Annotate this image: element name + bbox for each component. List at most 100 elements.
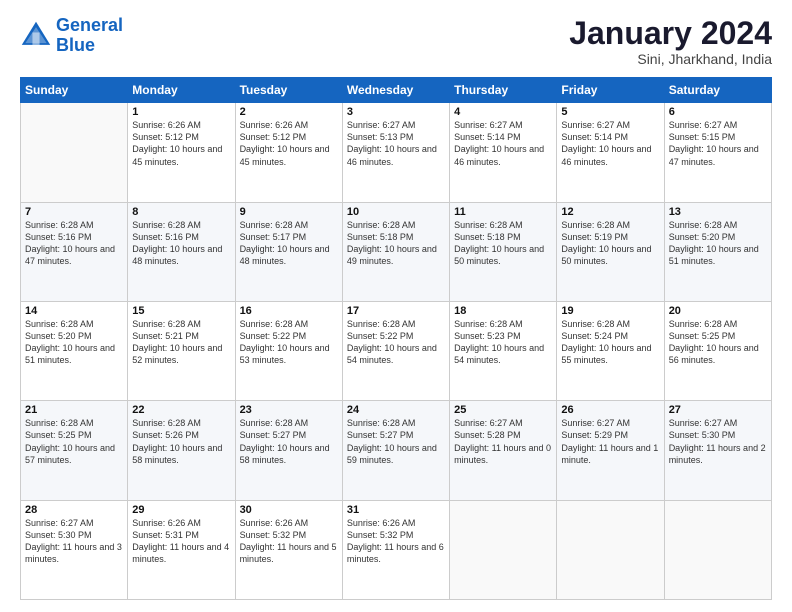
calendar-cell: 27Sunrise: 6:27 AM Sunset: 5:30 PM Dayli… — [664, 401, 771, 500]
day-number: 28 — [25, 504, 123, 516]
day-number: 23 — [240, 404, 338, 416]
calendar-cell: 14Sunrise: 6:28 AM Sunset: 5:20 PM Dayli… — [21, 301, 128, 400]
calendar-cell: 25Sunrise: 6:27 AM Sunset: 5:28 PM Dayli… — [450, 401, 557, 500]
calendar-cell: 7Sunrise: 6:28 AM Sunset: 5:16 PM Daylig… — [21, 202, 128, 301]
weekday-thursday: Thursday — [450, 78, 557, 103]
calendar-cell: 18Sunrise: 6:28 AM Sunset: 5:23 PM Dayli… — [450, 301, 557, 400]
day-info: Sunrise: 6:26 AM Sunset: 5:31 PM Dayligh… — [132, 517, 230, 566]
day-info: Sunrise: 6:26 AM Sunset: 5:12 PM Dayligh… — [240, 119, 338, 168]
calendar-cell — [664, 500, 771, 599]
day-number: 22 — [132, 404, 230, 416]
day-info: Sunrise: 6:27 AM Sunset: 5:30 PM Dayligh… — [669, 417, 767, 466]
day-info: Sunrise: 6:28 AM Sunset: 5:27 PM Dayligh… — [240, 417, 338, 466]
day-number: 29 — [132, 504, 230, 516]
day-info: Sunrise: 6:28 AM Sunset: 5:17 PM Dayligh… — [240, 219, 338, 268]
day-info: Sunrise: 6:27 AM Sunset: 5:13 PM Dayligh… — [347, 119, 445, 168]
calendar-cell: 20Sunrise: 6:28 AM Sunset: 5:25 PM Dayli… — [664, 301, 771, 400]
day-info: Sunrise: 6:28 AM Sunset: 5:16 PM Dayligh… — [132, 219, 230, 268]
day-info: Sunrise: 6:28 AM Sunset: 5:20 PM Dayligh… — [669, 219, 767, 268]
day-number: 11 — [454, 206, 552, 218]
calendar-cell: 26Sunrise: 6:27 AM Sunset: 5:29 PM Dayli… — [557, 401, 664, 500]
logo-text: General Blue — [56, 16, 123, 56]
calendar-cell: 21Sunrise: 6:28 AM Sunset: 5:25 PM Dayli… — [21, 401, 128, 500]
day-number: 19 — [561, 305, 659, 317]
calendar-week-3: 14Sunrise: 6:28 AM Sunset: 5:20 PM Dayli… — [21, 301, 772, 400]
day-info: Sunrise: 6:26 AM Sunset: 5:12 PM Dayligh… — [132, 119, 230, 168]
calendar-week-1: 1Sunrise: 6:26 AM Sunset: 5:12 PM Daylig… — [21, 103, 772, 202]
day-info: Sunrise: 6:26 AM Sunset: 5:32 PM Dayligh… — [347, 517, 445, 566]
day-number: 30 — [240, 504, 338, 516]
calendar-cell: 15Sunrise: 6:28 AM Sunset: 5:21 PM Dayli… — [128, 301, 235, 400]
logo: General Blue — [20, 16, 123, 56]
day-number: 9 — [240, 206, 338, 218]
day-info: Sunrise: 6:27 AM Sunset: 5:28 PM Dayligh… — [454, 417, 552, 466]
calendar-cell: 8Sunrise: 6:28 AM Sunset: 5:16 PM Daylig… — [128, 202, 235, 301]
calendar-cell — [21, 103, 128, 202]
day-info: Sunrise: 6:28 AM Sunset: 5:25 PM Dayligh… — [669, 318, 767, 367]
day-info: Sunrise: 6:28 AM Sunset: 5:16 PM Dayligh… — [25, 219, 123, 268]
logo-line1: General — [56, 15, 123, 35]
day-number: 31 — [347, 504, 445, 516]
calendar-cell: 22Sunrise: 6:28 AM Sunset: 5:26 PM Dayli… — [128, 401, 235, 500]
day-number: 21 — [25, 404, 123, 416]
weekday-wednesday: Wednesday — [342, 78, 449, 103]
calendar-cell: 19Sunrise: 6:28 AM Sunset: 5:24 PM Dayli… — [557, 301, 664, 400]
day-number: 5 — [561, 106, 659, 118]
calendar-cell: 24Sunrise: 6:28 AM Sunset: 5:27 PM Dayli… — [342, 401, 449, 500]
day-info: Sunrise: 6:28 AM Sunset: 5:18 PM Dayligh… — [347, 219, 445, 268]
calendar-cell: 9Sunrise: 6:28 AM Sunset: 5:17 PM Daylig… — [235, 202, 342, 301]
weekday-header-row: SundayMondayTuesdayWednesdayThursdayFrid… — [21, 78, 772, 103]
day-info: Sunrise: 6:28 AM Sunset: 5:19 PM Dayligh… — [561, 219, 659, 268]
logo-line2: Blue — [56, 35, 95, 55]
day-number: 4 — [454, 106, 552, 118]
calendar-cell: 3Sunrise: 6:27 AM Sunset: 5:13 PM Daylig… — [342, 103, 449, 202]
weekday-tuesday: Tuesday — [235, 78, 342, 103]
day-number: 20 — [669, 305, 767, 317]
day-info: Sunrise: 6:28 AM Sunset: 5:24 PM Dayligh… — [561, 318, 659, 367]
calendar-week-4: 21Sunrise: 6:28 AM Sunset: 5:25 PM Dayli… — [21, 401, 772, 500]
day-info: Sunrise: 6:28 AM Sunset: 5:21 PM Dayligh… — [132, 318, 230, 367]
day-number: 15 — [132, 305, 230, 317]
day-info: Sunrise: 6:28 AM Sunset: 5:22 PM Dayligh… — [347, 318, 445, 367]
day-number: 18 — [454, 305, 552, 317]
calendar-cell: 10Sunrise: 6:28 AM Sunset: 5:18 PM Dayli… — [342, 202, 449, 301]
month-title: January 2024 — [569, 16, 772, 51]
calendar: SundayMondayTuesdayWednesdayThursdayFrid… — [20, 77, 772, 600]
day-info: Sunrise: 6:28 AM Sunset: 5:27 PM Dayligh… — [347, 417, 445, 466]
calendar-cell: 4Sunrise: 6:27 AM Sunset: 5:14 PM Daylig… — [450, 103, 557, 202]
day-info: Sunrise: 6:27 AM Sunset: 5:30 PM Dayligh… — [25, 517, 123, 566]
weekday-saturday: Saturday — [664, 78, 771, 103]
day-info: Sunrise: 6:27 AM Sunset: 5:29 PM Dayligh… — [561, 417, 659, 466]
weekday-sunday: Sunday — [21, 78, 128, 103]
header: General Blue January 2024 Sini, Jharkhan… — [20, 16, 772, 67]
day-info: Sunrise: 6:28 AM Sunset: 5:20 PM Dayligh… — [25, 318, 123, 367]
day-number: 7 — [25, 206, 123, 218]
calendar-week-5: 28Sunrise: 6:27 AM Sunset: 5:30 PM Dayli… — [21, 500, 772, 599]
day-info: Sunrise: 6:28 AM Sunset: 5:25 PM Dayligh… — [25, 417, 123, 466]
day-number: 13 — [669, 206, 767, 218]
day-number: 1 — [132, 106, 230, 118]
day-info: Sunrise: 6:28 AM Sunset: 5:18 PM Dayligh… — [454, 219, 552, 268]
calendar-cell: 11Sunrise: 6:28 AM Sunset: 5:18 PM Dayli… — [450, 202, 557, 301]
calendar-cell — [450, 500, 557, 599]
day-number: 3 — [347, 106, 445, 118]
day-number: 10 — [347, 206, 445, 218]
weekday-friday: Friday — [557, 78, 664, 103]
weekday-monday: Monday — [128, 78, 235, 103]
calendar-week-2: 7Sunrise: 6:28 AM Sunset: 5:16 PM Daylig… — [21, 202, 772, 301]
calendar-cell: 6Sunrise: 6:27 AM Sunset: 5:15 PM Daylig… — [664, 103, 771, 202]
day-info: Sunrise: 6:27 AM Sunset: 5:15 PM Dayligh… — [669, 119, 767, 168]
calendar-cell — [557, 500, 664, 599]
day-number: 17 — [347, 305, 445, 317]
day-info: Sunrise: 6:26 AM Sunset: 5:32 PM Dayligh… — [240, 517, 338, 566]
calendar-cell: 30Sunrise: 6:26 AM Sunset: 5:32 PM Dayli… — [235, 500, 342, 599]
calendar-cell: 28Sunrise: 6:27 AM Sunset: 5:30 PM Dayli… — [21, 500, 128, 599]
calendar-cell: 12Sunrise: 6:28 AM Sunset: 5:19 PM Dayli… — [557, 202, 664, 301]
day-number: 16 — [240, 305, 338, 317]
day-number: 24 — [347, 404, 445, 416]
day-number: 14 — [25, 305, 123, 317]
day-number: 27 — [669, 404, 767, 416]
calendar-cell: 16Sunrise: 6:28 AM Sunset: 5:22 PM Dayli… — [235, 301, 342, 400]
calendar-cell: 31Sunrise: 6:26 AM Sunset: 5:32 PM Dayli… — [342, 500, 449, 599]
calendar-cell: 23Sunrise: 6:28 AM Sunset: 5:27 PM Dayli… — [235, 401, 342, 500]
